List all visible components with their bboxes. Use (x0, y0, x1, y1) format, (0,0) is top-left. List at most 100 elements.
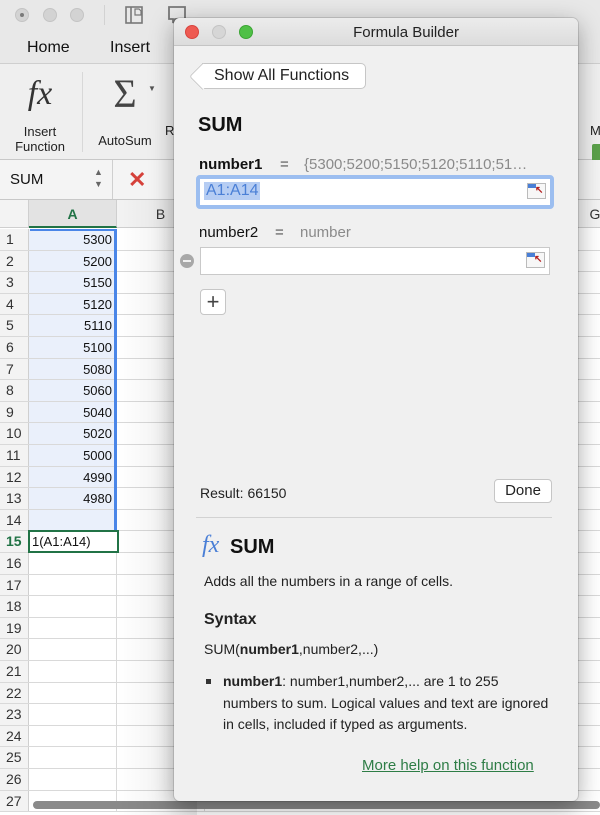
tab-insert[interactable]: Insert (110, 39, 150, 57)
name-box-stepper-icon[interactable]: ▲ ▼ (94, 166, 103, 190)
more-help-link[interactable]: More help on this function (362, 757, 534, 774)
range-select-icon[interactable] (526, 252, 545, 268)
insert-function-label-1: Insert (23, 124, 57, 139)
sidebar-icon[interactable] (124, 5, 144, 25)
row-header[interactable]: 20 (0, 639, 29, 660)
bullet-icon (206, 679, 211, 684)
cell-a[interactable] (29, 747, 117, 768)
excel-minimize-button[interactable] (43, 8, 57, 22)
cell-a[interactable] (29, 682, 117, 704)
row-header[interactable]: 7 (0, 358, 29, 380)
fx-icon: fx (27, 75, 53, 112)
row-header[interactable]: 13 (0, 488, 29, 509)
insert-function-button[interactable]: fx Insert Function (8, 74, 72, 154)
cell-a[interactable] (29, 704, 117, 725)
row-header[interactable]: 10 (0, 423, 29, 444)
cell-a[interactable]: 5080 (29, 358, 117, 380)
row-header[interactable]: 14 (0, 509, 29, 531)
toolbar-divider (104, 5, 105, 25)
row-header[interactable]: 25 (0, 747, 29, 768)
row-header[interactable]: 3 (0, 272, 29, 293)
cell-a[interactable]: 5200 (29, 250, 117, 272)
row-header[interactable]: 2 (0, 250, 29, 272)
row-header[interactable]: 16 (0, 553, 29, 574)
row-header[interactable]: 5 (0, 315, 29, 336)
active-cell[interactable]: 1(A1:A14) (28, 530, 119, 553)
show-all-functions-button[interactable]: Show All Functions (202, 63, 367, 89)
cell-a[interactable]: 5020 (29, 423, 117, 444)
autosum-dropdown-icon[interactable]: ▼ (148, 84, 156, 93)
fx-icon: fx (202, 532, 220, 558)
show-all-functions-label: Show All Functions (214, 67, 350, 84)
remove-argument-button[interactable] (180, 254, 194, 268)
row-header[interactable]: 19 (0, 617, 29, 639)
select-all-corner[interactable] (0, 200, 29, 228)
row-header[interactable]: 27 (0, 790, 29, 812)
arg1-input-value: A1:A14 (204, 182, 261, 200)
cell-a[interactable] (29, 509, 117, 531)
cell-a[interactable]: 4980 (29, 488, 117, 509)
cell-a[interactable] (29, 553, 117, 574)
cell-a[interactable] (29, 596, 117, 617)
syntax-text: SUM(number1,number2,...) (204, 641, 378, 657)
row-header[interactable]: 23 (0, 704, 29, 725)
excel-zoom-button[interactable] (70, 8, 84, 22)
formula-builder-panel: Formula Builder Show All Functions SUM n… (174, 18, 578, 801)
name-box-value: SUM (10, 171, 44, 188)
column-header-a[interactable]: A (29, 200, 117, 228)
done-button[interactable]: Done (494, 479, 552, 503)
row-header[interactable]: 26 (0, 769, 29, 790)
cell-a[interactable]: 4990 (29, 466, 117, 488)
cell-a[interactable]: 5000 (29, 445, 117, 466)
tab-home[interactable]: Home (27, 39, 70, 57)
row-header[interactable]: 1 (0, 229, 29, 250)
cell-a[interactable]: 5060 (29, 380, 117, 401)
cell-a[interactable]: 5150 (29, 272, 117, 293)
arg1-label: number1 (199, 156, 262, 173)
row-header[interactable]: 24 (0, 725, 29, 747)
cell-a[interactable]: 5110 (29, 315, 117, 336)
cell-a[interactable]: 5300 (29, 229, 117, 250)
cell-a[interactable] (29, 769, 117, 790)
cancel-formula-icon[interactable]: ✕ (128, 167, 146, 193)
row-header[interactable]: 11 (0, 445, 29, 466)
cell-a[interactable] (29, 639, 117, 660)
arg1-value-preview: {5300;5200;5150;5120;5110;51… (304, 156, 528, 173)
row-header[interactable]: 6 (0, 337, 29, 358)
cell-a[interactable]: 5040 (29, 401, 117, 423)
help-function-title: SUM (230, 536, 275, 558)
syntax-heading: Syntax (204, 611, 257, 628)
row-header[interactable]: 12 (0, 466, 29, 488)
cell-a[interactable] (29, 574, 117, 596)
ribbon-partial-label-right: M (590, 123, 600, 138)
column-header-partial[interactable]: G (585, 200, 600, 228)
excel-app: Home Insert fx Insert Function Σ AutoSum… (0, 0, 600, 815)
row-header[interactable]: 17 (0, 574, 29, 596)
row-header[interactable]: 15 (0, 531, 29, 552)
add-argument-button[interactable]: + (200, 289, 226, 315)
cell-a[interactable] (29, 725, 117, 747)
cell-a[interactable]: 5100 (29, 337, 117, 358)
arg1-input[interactable]: A1:A14 (196, 175, 554, 209)
row-header[interactable]: 8 (0, 380, 29, 401)
syntax-bold-arg: number1 (239, 641, 299, 657)
help-description: Adds all the numbers in a range of cells… (204, 573, 454, 589)
syntax-prefix: SUM( (204, 641, 240, 657)
sigma-icon: Σ (113, 71, 137, 116)
row-header[interactable]: 21 (0, 661, 29, 682)
horizontal-scrollbar[interactable] (33, 801, 600, 809)
arg2-input[interactable] (200, 247, 550, 275)
row-header[interactable]: 4 (0, 293, 29, 315)
cell-a[interactable] (29, 661, 117, 682)
cell-a[interactable] (29, 617, 117, 639)
range-select-icon[interactable] (527, 183, 546, 199)
argument-name: number1 (223, 673, 283, 689)
row-header[interactable]: 18 (0, 596, 29, 617)
row-header[interactable]: 9 (0, 401, 29, 423)
cell-a[interactable]: 5120 (29, 293, 117, 315)
arg2-label: number2 (199, 224, 259, 241)
excel-close-button[interactable] (15, 8, 29, 22)
arg2-equals: = (275, 224, 284, 241)
name-box[interactable]: SUM ▲ ▼ (0, 160, 113, 199)
row-header[interactable]: 22 (0, 682, 29, 704)
